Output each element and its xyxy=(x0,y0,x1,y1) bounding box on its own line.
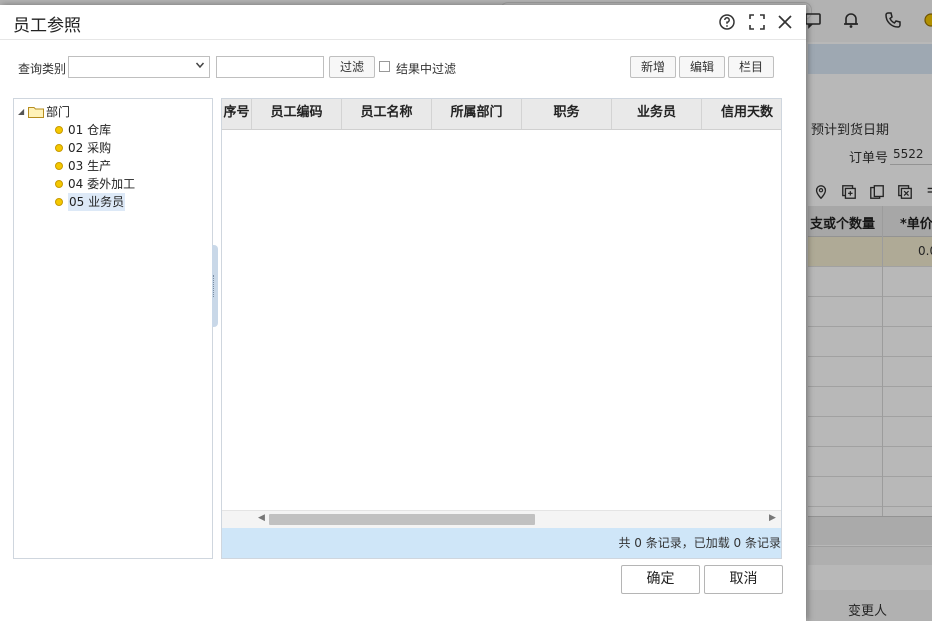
scrollbar-thumb[interactable] xyxy=(269,514,535,525)
leaf-dot-icon xyxy=(55,180,63,188)
tree-item[interactable]: 03 生产 xyxy=(55,157,111,175)
column-header-department[interactable]: 所属部门 xyxy=(432,99,522,129)
edit-button[interactable]: 编辑 xyxy=(679,56,725,78)
employee-grid: 序号 员工编码 员工名称 所属部门 职务 业务员 信用天数 ◀ ▶ 共 0 条记… xyxy=(221,98,782,559)
close-icon[interactable] xyxy=(774,11,796,33)
filter-in-results-label: 结果中过滤 xyxy=(396,62,457,76)
columns-button[interactable]: 栏目 xyxy=(728,56,774,78)
leaf-dot-icon xyxy=(55,162,63,170)
search-input[interactable] xyxy=(216,56,324,78)
employee-reference-dialog: 员工参照 查询类别 过滤 结果中过滤 新增 编辑 栏目 ◢ 部门 01 仓库 0… xyxy=(0,5,806,621)
dialog-title: 员工参照 xyxy=(13,16,81,36)
grid-header: 序号 员工编码 员工名称 所属部门 职务 业务员 信用天数 xyxy=(222,99,781,130)
expand-triangle-icon[interactable]: ◢ xyxy=(18,103,28,121)
chevron-down-icon xyxy=(195,60,205,73)
grid-horizontal-scrollbar[interactable]: ◀ ▶ xyxy=(222,510,781,528)
column-header-salesperson[interactable]: 业务员 xyxy=(612,99,702,129)
column-header-credit-days[interactable]: 信用天数 xyxy=(702,99,781,129)
tree-item-label: 04 委外加工 xyxy=(68,177,136,191)
department-tree: ◢ 部门 01 仓库 02 采购 03 生产 04 委外加工 05 业务员 xyxy=(13,98,213,559)
query-category-label: 查询类别 xyxy=(18,62,67,76)
tree-item-label: 03 生产 xyxy=(68,159,112,173)
tree-item-label: 01 仓库 xyxy=(68,123,112,137)
grid-record-count: 共 0 条记录，已加载 0 条记录 xyxy=(222,528,781,558)
column-header-employee-name[interactable]: 员工名称 xyxy=(342,99,432,129)
tree-item-label: 02 采购 xyxy=(68,141,112,155)
leaf-dot-icon xyxy=(55,144,63,152)
tree-item[interactable]: 02 采购 xyxy=(55,139,111,157)
dialog-header: 员工参照 xyxy=(0,5,806,40)
folder-icon xyxy=(28,107,44,118)
column-header-index[interactable]: 序号 xyxy=(222,99,252,129)
help-circle-icon[interactable] xyxy=(716,11,738,33)
filter-in-results-checkbox[interactable] xyxy=(379,61,390,72)
scroll-right-icon[interactable]: ▶ xyxy=(769,513,776,523)
leaf-dot-icon xyxy=(55,126,63,134)
add-button[interactable]: 新增 xyxy=(630,56,676,78)
column-header-employee-code[interactable]: 员工编码 xyxy=(252,99,342,129)
tree-item[interactable]: 04 委外加工 xyxy=(55,175,135,193)
leaf-dot-icon xyxy=(55,198,63,206)
tree-item[interactable]: 01 仓库 xyxy=(55,121,111,139)
cancel-button[interactable]: 取消 xyxy=(704,565,783,594)
filter-button[interactable]: 过滤 xyxy=(329,56,375,78)
scroll-left-icon[interactable]: ◀ xyxy=(258,513,265,523)
maximize-icon[interactable] xyxy=(746,11,768,33)
tree-item-label: 05 业务员 xyxy=(68,193,126,211)
splitter-grip-icon xyxy=(213,275,217,297)
tree-item-selected[interactable]: 05 业务员 xyxy=(55,193,126,211)
query-category-select[interactable] xyxy=(68,56,210,78)
tree-root-node[interactable]: ◢ 部门 xyxy=(18,103,70,121)
column-header-position[interactable]: 职务 xyxy=(522,99,612,129)
tree-root-label: 部门 xyxy=(46,105,71,119)
ok-button[interactable]: 确定 xyxy=(621,565,700,594)
